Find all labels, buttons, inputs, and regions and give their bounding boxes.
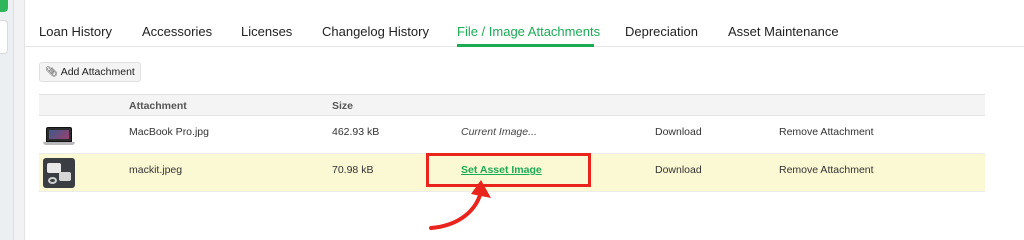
tab-licenses[interactable]: Licenses bbox=[241, 24, 292, 39]
current-image-label: Current Image... bbox=[461, 126, 537, 138]
accessory-kit-thumbnail-icon[interactable] bbox=[43, 158, 75, 188]
tab-depreciation[interactable]: Depreciation bbox=[625, 24, 698, 39]
table-header: Attachment Size bbox=[39, 94, 985, 116]
add-attachment-button[interactable]: 📎︎ Add Attachment bbox=[39, 62, 141, 82]
download-link[interactable]: Download bbox=[655, 164, 702, 176]
laptop-thumbnail-icon[interactable] bbox=[43, 120, 75, 150]
header-attachment: Attachment bbox=[129, 100, 187, 112]
download-link[interactable]: Download bbox=[655, 126, 702, 138]
asset-detail-panel: Loan History Accessories Licenses Change… bbox=[24, 0, 1024, 240]
asset-tabs: Loan History Accessories Licenses Change… bbox=[25, 0, 1024, 47]
header-size: Size bbox=[332, 100, 354, 112]
remove-attachment-link[interactable]: Remove Attachment bbox=[779, 126, 874, 138]
add-attachment-label: Add Attachment bbox=[60, 66, 135, 78]
tab-changelog-history[interactable]: Changelog History bbox=[322, 24, 429, 39]
attachment-name: MacBook Pro.jpg bbox=[129, 126, 209, 138]
active-tab-indicator bbox=[457, 44, 594, 47]
remove-attachment-link[interactable]: Remove Attachment bbox=[779, 164, 874, 176]
tab-loan-history[interactable]: Loan History bbox=[39, 24, 112, 39]
attachment-name: mackit.jpeg bbox=[129, 164, 183, 176]
rail-status-indicator bbox=[0, 0, 8, 12]
attachment-size: 70.98 kB bbox=[332, 164, 374, 176]
tab-asset-maintenance[interactable]: Asset Maintenance bbox=[728, 24, 839, 39]
attachment-size: 462.93 kB bbox=[332, 126, 380, 138]
paperclip-icon: 📎︎ bbox=[45, 66, 58, 78]
tab-file-image-attachments[interactable]: File / Image Attachments bbox=[457, 24, 600, 39]
table-row: MacBook Pro.jpg 462.93 kB Current Image.… bbox=[39, 116, 985, 154]
left-rail bbox=[0, 0, 14, 240]
rail-collapse-handle[interactable] bbox=[0, 20, 8, 54]
tab-accessories[interactable]: Accessories bbox=[142, 24, 212, 39]
annotation-arrow-icon bbox=[429, 180, 491, 230]
